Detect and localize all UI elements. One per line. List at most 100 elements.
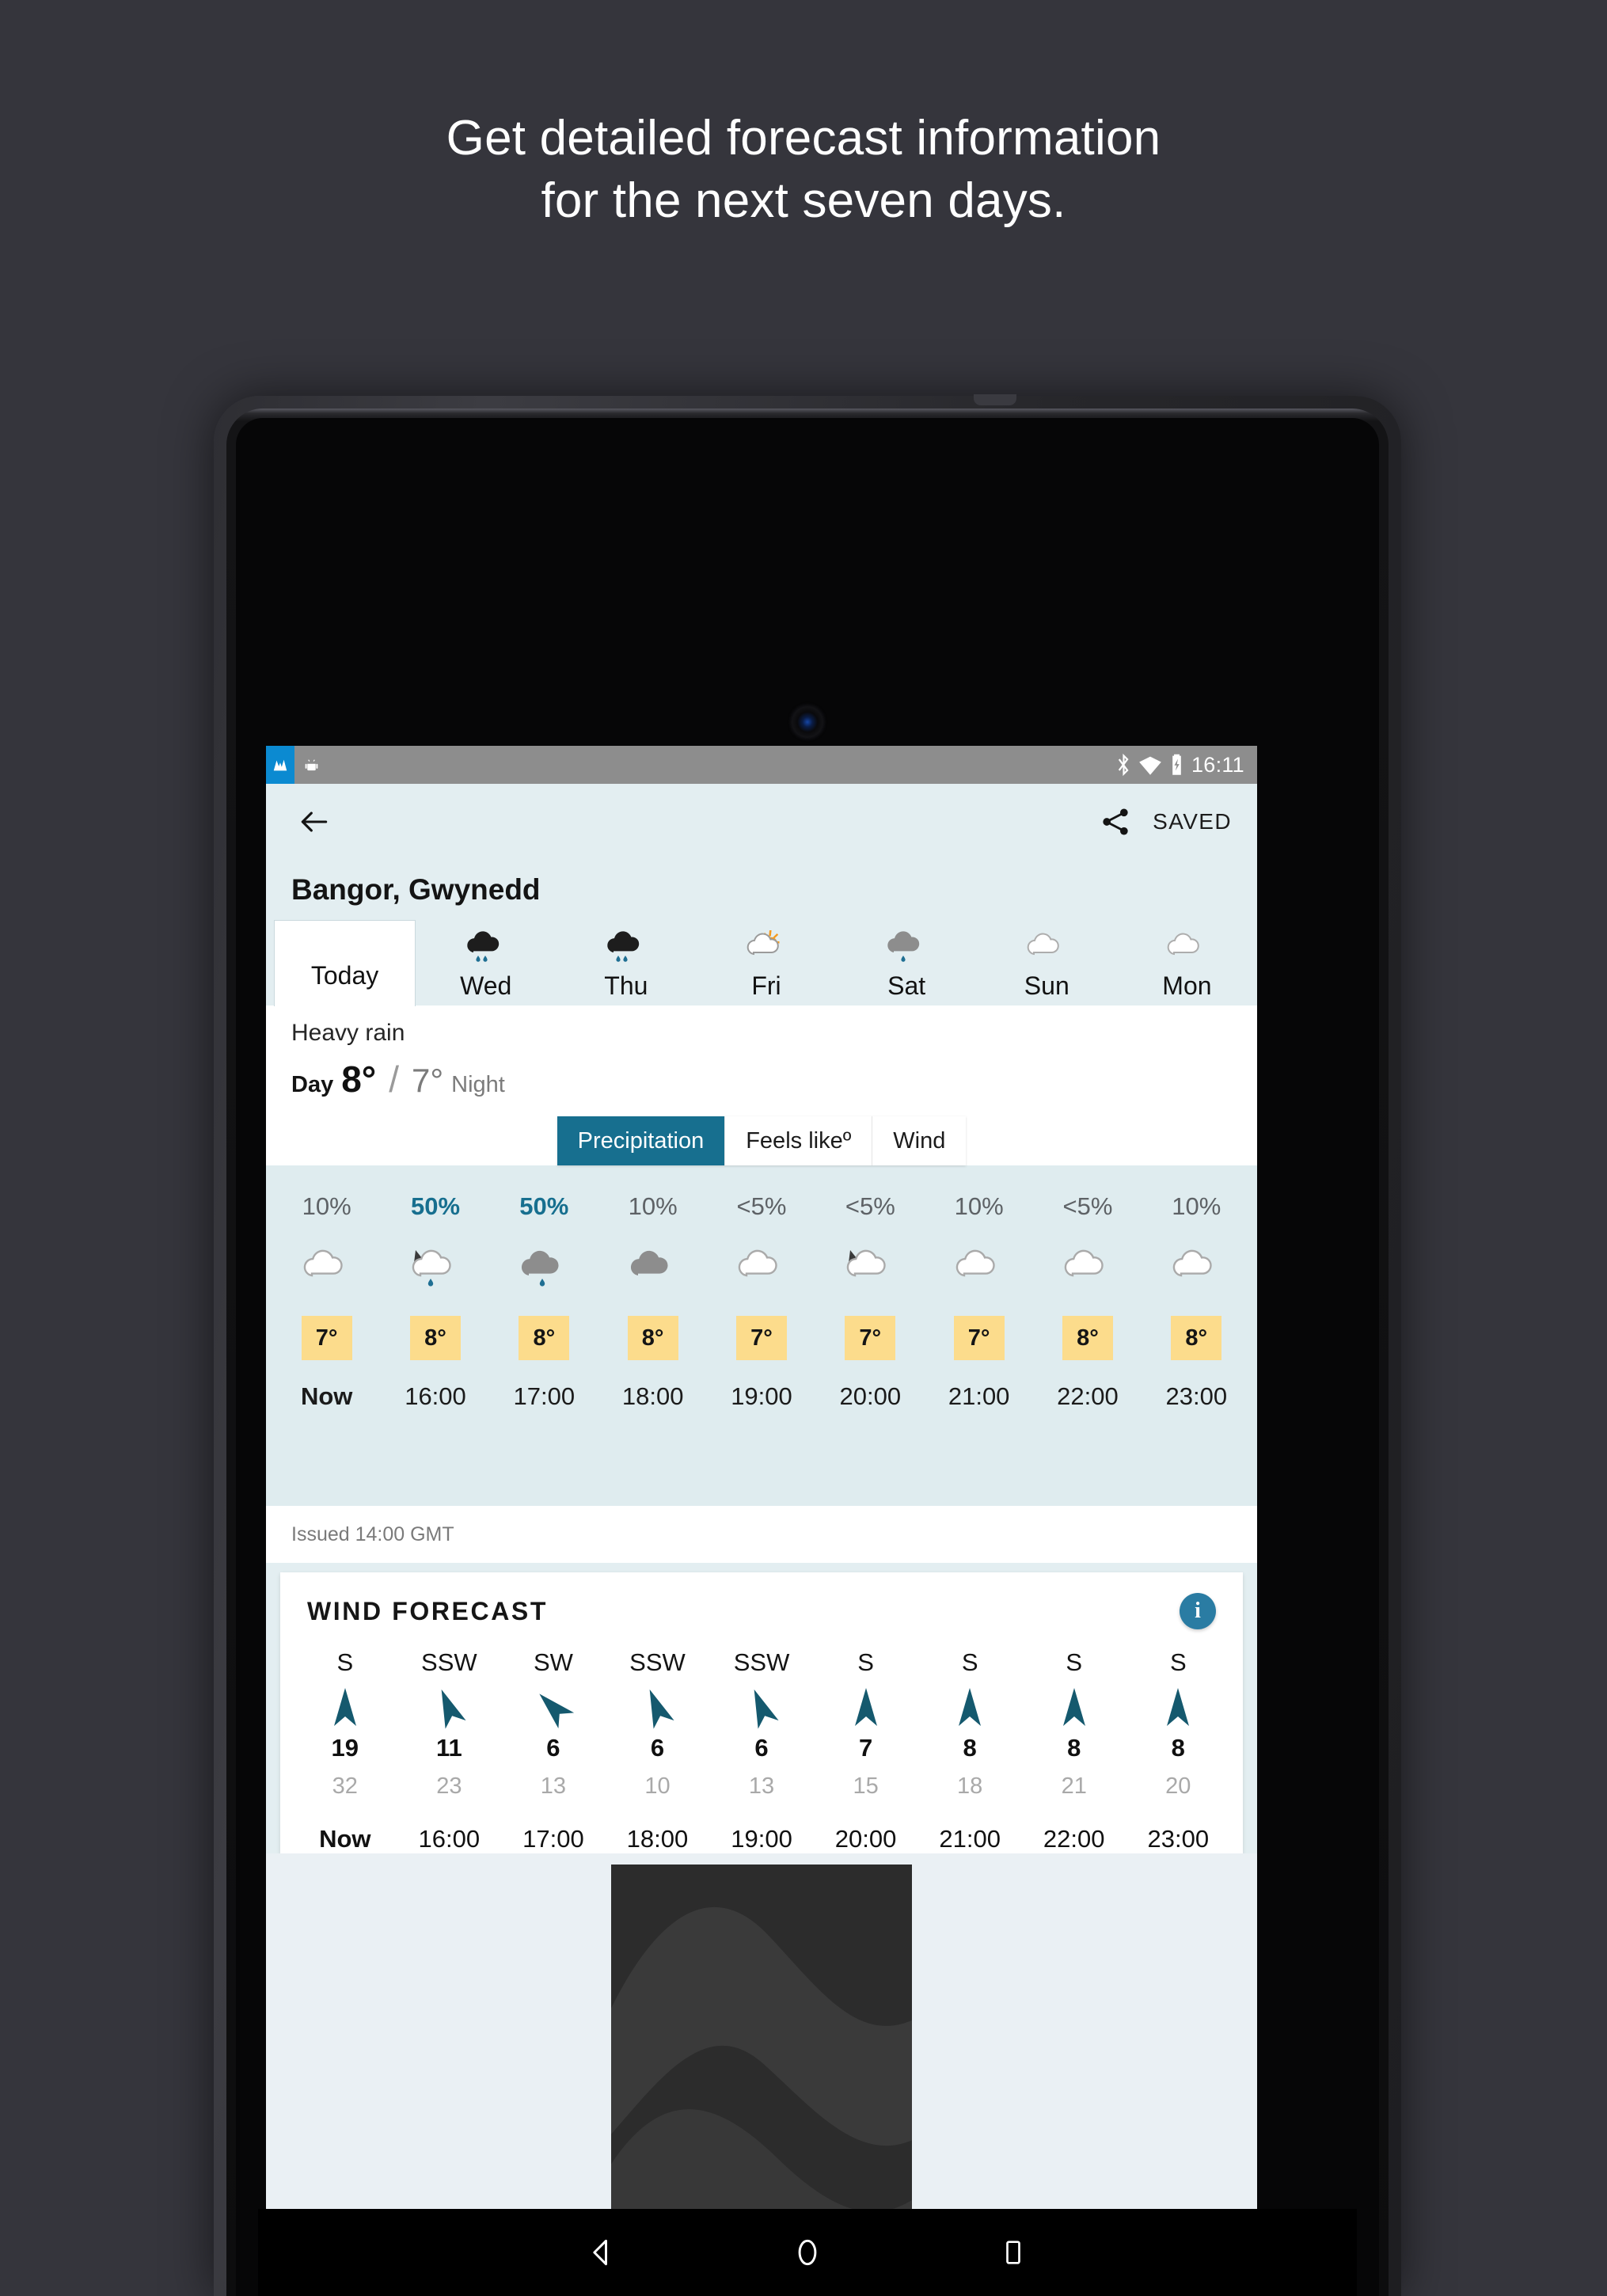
wind-arrow-icon (328, 1683, 363, 1732)
precipitation-value: 50% (410, 1192, 461, 1220)
tab-precipitation[interactable]: Precipitation (557, 1116, 726, 1165)
tab-wind[interactable]: Wind (872, 1116, 967, 1165)
hourly-time: 19:00 (731, 1382, 792, 1410)
day-tab-sun[interactable]: Sun (977, 920, 1117, 1005)
hourly-forecast-strip[interactable]: 10% 7° Now 50% 8° 16:00 50% 8° 17:00 10%… (266, 1165, 1257, 1506)
grey-cloud-icon (622, 1230, 684, 1306)
hourly-column[interactable]: <5% 7° 20:00 (816, 1165, 925, 1506)
wind-speed: 8 (1171, 1734, 1185, 1762)
wind-time: 16:00 (418, 1825, 481, 1853)
hourly-column[interactable]: 50% 8° 17:00 (490, 1165, 598, 1506)
hourly-temperature: 8° (409, 1316, 461, 1360)
hourly-column[interactable]: 10% 7° Now (272, 1165, 381, 1506)
day-tabs: Today Wed Thu Fri Sat Sun Mon (266, 920, 1257, 1006)
hourly-column[interactable]: 50% 8° 16:00 (381, 1165, 489, 1506)
wind-gust: 15 (853, 1773, 879, 1799)
day-tab-label: Today (310, 961, 379, 990)
cloudy-icon (1165, 1230, 1227, 1306)
wifi-icon (1139, 756, 1161, 775)
heavy-rain-icon (461, 929, 511, 970)
hourly-time: 18:00 (621, 1382, 684, 1410)
bluetooth-icon (1118, 753, 1129, 777)
wind-speed: 6 (754, 1734, 769, 1762)
day-tab-sat[interactable]: Sat (837, 920, 977, 1005)
precipitation-value: 10% (954, 1192, 1004, 1220)
wind-time: 22:00 (1043, 1825, 1105, 1853)
nav-recents-icon[interactable] (990, 2229, 1037, 2276)
day-tab-thu[interactable]: Thu (556, 920, 696, 1005)
back-button[interactable] (291, 799, 337, 845)
android-notification-icon (299, 757, 323, 774)
hourly-column[interactable]: <5% 7° 19:00 (707, 1165, 815, 1506)
wind-time: Now (319, 1825, 371, 1853)
night-label: Night (451, 1072, 505, 1097)
wind-direction: S (1169, 1648, 1187, 1676)
wind-gust: 21 (1061, 1773, 1087, 1799)
cloudy-icon (1021, 929, 1072, 970)
app-bar: SAVED (266, 784, 1257, 860)
sunny-intervals-icon (741, 929, 792, 970)
precipitation-value: 10% (302, 1192, 351, 1220)
wind-arrow-icon (536, 1683, 575, 1732)
hourly-time: 22:00 (1057, 1382, 1119, 1410)
hourly-temperature: 7° (301, 1316, 352, 1360)
weather-app-notification-icon[interactable] (266, 746, 294, 784)
wind-speed: 6 (650, 1734, 665, 1762)
wind-gust: 23 (436, 1773, 462, 1799)
precipitation-value: <5% (1062, 1192, 1113, 1220)
saved-button-label[interactable]: SAVED (1153, 809, 1232, 834)
wind-time: 17:00 (522, 1825, 584, 1853)
issued-timestamp: Issued 14:00 GMT (266, 1506, 1257, 1563)
hourly-column[interactable]: 10% 8° 23:00 (1142, 1165, 1251, 1506)
cloudy-icon (948, 1230, 1010, 1306)
nav-home-icon[interactable] (784, 2229, 831, 2276)
wind-gust: 13 (748, 1773, 775, 1799)
hourly-temperature: 7° (845, 1316, 896, 1360)
wind-direction: S (1066, 1648, 1083, 1676)
day-night-temperatures: Day 8° / 7° Night (291, 1058, 1232, 1100)
temperature-separator: / (389, 1059, 399, 1100)
wind-direction: S (961, 1648, 978, 1676)
precipitation-value: <5% (736, 1192, 787, 1220)
wind-speed: 7 (858, 1734, 873, 1762)
day-tab-mon[interactable]: Mon (1117, 920, 1257, 1005)
wind-speed: 8 (1067, 1734, 1081, 1762)
light-rain-icon (881, 929, 932, 970)
hourly-column[interactable]: 10% 7° 21:00 (925, 1165, 1033, 1506)
hourly-temperature: 8° (1171, 1316, 1222, 1360)
wind-arrow-icon (849, 1683, 883, 1732)
day-temperature: 8° (341, 1059, 377, 1100)
share-icon (1103, 808, 1128, 835)
wind-arrow-icon (744, 1683, 779, 1732)
status-bar-notifications (266, 746, 323, 784)
app-bar-actions: SAVED (1092, 799, 1232, 845)
wind-gust: 32 (332, 1773, 358, 1799)
info-icon[interactable]: i (1180, 1593, 1216, 1629)
location-title: Bangor, Gwynedd (266, 860, 1257, 920)
tab-feels-like[interactable]: Feels likeº (725, 1116, 873, 1165)
day-tab-fri[interactable]: Fri (696, 920, 836, 1005)
hourly-column[interactable]: 10% 8° 18:00 (598, 1165, 707, 1506)
wind-forecast-section: WIND FORECAST i S 19 32 Now SSW 11 23 16… (266, 1563, 1257, 1853)
wind-column: SSW 6 13 19:00 (709, 1648, 814, 1853)
day-tab-wed[interactable]: Wed (416, 920, 556, 1005)
wind-column: S 8 21 22:00 (1022, 1648, 1126, 1853)
nav-back-icon[interactable] (578, 2229, 625, 2276)
cloud-night-icon (839, 1230, 901, 1306)
wind-forecast-title: WIND FORECAST (307, 1596, 549, 1625)
day-tab-today[interactable]: Today (274, 920, 416, 1006)
wind-direction: S (336, 1648, 354, 1676)
wind-time: 20:00 (834, 1825, 897, 1853)
hourly-temperature: 7° (735, 1316, 787, 1360)
hourly-column[interactable]: <5% 8° 22:00 (1033, 1165, 1142, 1506)
cloudy-icon (296, 1230, 358, 1306)
day-summary: Heavy rain Day 8° / 7° Night (266, 1005, 1257, 1116)
wind-direction: SW (533, 1648, 573, 1676)
status-bar-system-icons: 16:11 (1116, 753, 1244, 777)
day-tab-label: Sat (887, 971, 926, 1000)
device-top-bump (974, 394, 1016, 405)
wind-time: 18:00 (626, 1825, 689, 1853)
share-button[interactable] (1092, 799, 1138, 845)
metric-tab-group: Precipitation Feels likeº Wind (557, 1116, 967, 1165)
phone-device-frame: 16:11 SAVED Bangor, Gwynedd Today Wed Th… (214, 394, 1401, 2296)
